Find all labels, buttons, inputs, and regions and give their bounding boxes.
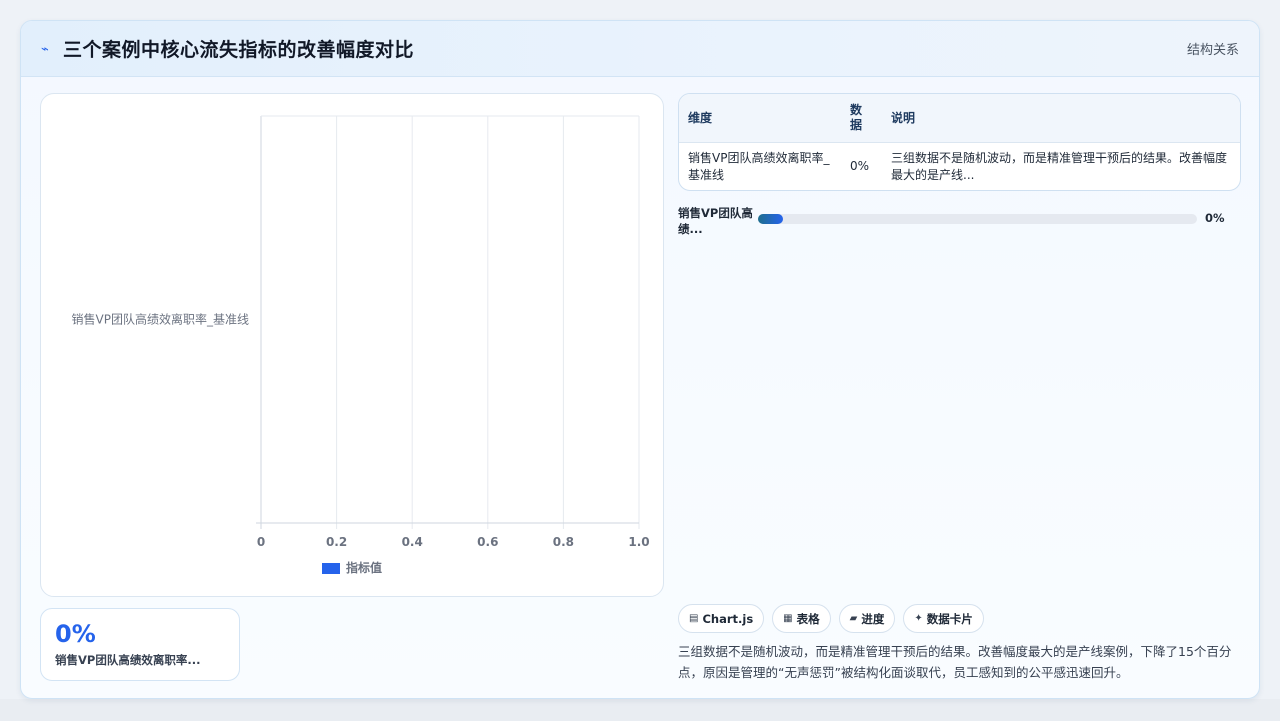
bar-chart-panel: 0 0.2 0.4 0.6 0.8 1.0 销售VP团队高绩效离职率_基准线指标值 [40,93,664,597]
tab-table[interactable]: ▦ 表格 [772,604,831,633]
tab-label: 进度 [861,611,885,626]
x-tick-label: 0.4 [402,535,423,549]
kpi-card: 0% 销售VP团队高绩效离职率... [40,608,240,681]
tab-progress[interactable]: ▰ 进度 [838,604,896,633]
x-tick-label: 0 [257,535,265,549]
progress-fill [758,214,783,224]
table-icon: ▦ [783,613,793,624]
x-tick-label: 1.0 [628,535,649,549]
page-title: 三个案例中核心流失指标的改善幅度对比 [63,39,415,61]
page-background-strip [0,699,1280,721]
x-tick-label: 0.6 [477,535,498,549]
progress-track [758,214,1197,224]
tab-chartjs[interactable]: ▤ Chart.js [678,604,765,633]
header-dimension: 维度 [679,94,841,143]
cell-note: 三组数据不是随机波动，而是精准管理干预后的结果。改善幅度最大的是产线... [891,150,1228,182]
main-card: ⌁ 三个案例中核心流失指标的改善幅度对比 结构关系 0 0.2 0.4 0.6 0.8 1… [20,20,1260,699]
view-tabs: ▤ Chart.js ▦ 表格 ▰ 进度 ✦ 数据卡片 [678,604,984,633]
progress-label: 销售VP团队高绩... [678,206,753,236]
tab-label: 表格 [796,611,820,626]
header-data: 数据 [841,94,882,143]
header-note: 说明 [882,94,1240,143]
lightning-icon: ⌁ [41,42,49,57]
cell-dimension: 销售VP团队高绩效离职率_基准线 [688,150,830,182]
legend-label: 指标值 [346,560,382,575]
card-header: ⌁ 三个案例中核心流失指标的改善幅度对比 结构关系 [21,21,1259,77]
legend-swatch [322,563,340,574]
cell-value: 0% [850,159,870,173]
card-icon: ✦ [914,613,923,624]
x-tick-label: 0.8 [553,535,574,549]
tab-data-card[interactable]: ✦ 数据卡片 [903,604,984,633]
data-table: 维度 数据 说明 销售VP团队高绩效离职率_基准线 0% 三组数据不是随机波动，… [678,93,1241,191]
progress-row: 销售VP团队高绩... 0% [678,205,1241,239]
header-data-text: 数据 [850,102,863,132]
progress-icon: ▰ [849,613,858,624]
chart-icon: ▤ [689,613,699,624]
tab-label: Chart.js [702,611,754,626]
x-tick-label: 0.2 [326,535,347,549]
table-row: 销售VP团队高绩效离职率_基准线 0% 三组数据不是随机波动，而是精准管理干预后… [679,142,1240,190]
progress-value: 0% [1205,211,1225,225]
kpi-label: 销售VP团队高绩效离职率... [55,653,201,668]
y-category-label: 销售VP团队高绩效离职率_基准线 [72,312,249,327]
kpi-value: 0% [55,620,96,648]
bar-chart: 0 0.2 0.4 0.6 0.8 1.0 销售VP团队高绩效离职率_基准线指标值 [72,115,650,575]
table-header-row: 维度 数据 说明 [679,94,1240,143]
structure-tag[interactable]: 结构关系 [1187,39,1239,58]
summary-text: 三组数据不是随机波动，而是精准管理干预后的结果。改善幅度最大的是产线案例，下降了… [678,644,1232,680]
tab-label: 数据卡片 [926,611,973,626]
